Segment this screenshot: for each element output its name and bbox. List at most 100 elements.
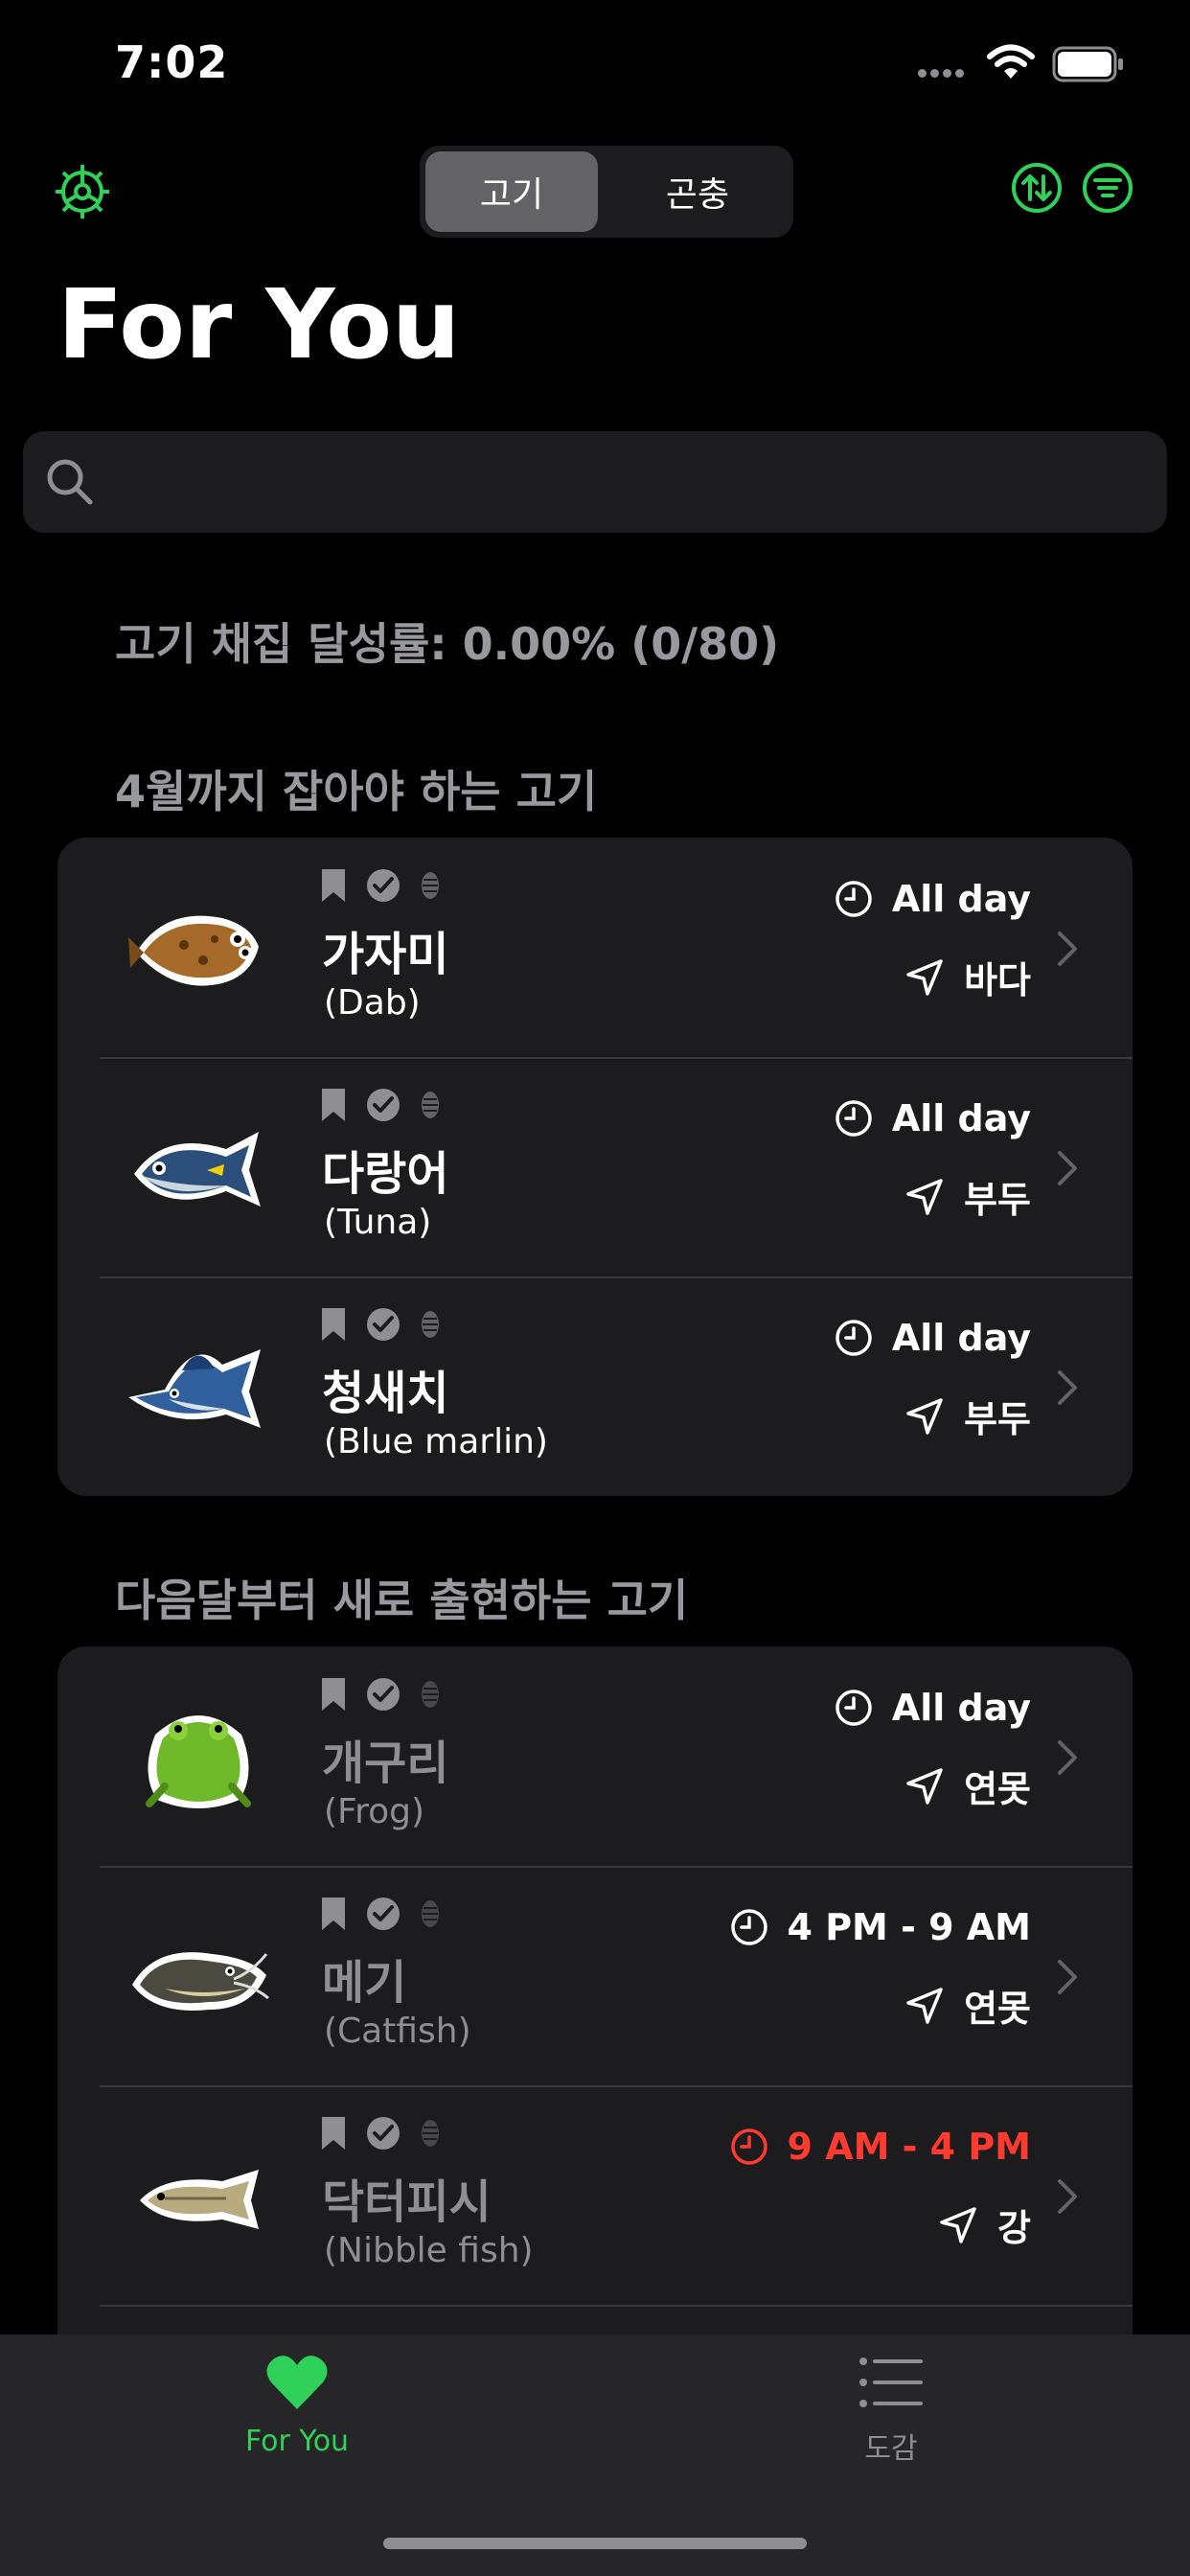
list-icon — [859, 2358, 923, 2407]
chevron-right-icon — [1058, 932, 1077, 966]
battery-icon — [1052, 46, 1123, 82]
status-icons — [320, 1895, 441, 1933]
fish-name: 다랑어 — [322, 1147, 449, 1201]
fish-english-name: (Tuna) — [324, 1203, 432, 1242]
fish-time: All day — [891, 1097, 1031, 1139]
fish-name: 닥터피시 — [322, 2175, 492, 2229]
fish-english-name: (Nibble fish) — [324, 2231, 534, 2270]
clock-icon — [835, 881, 872, 917]
bookmark-icon[interactable] — [320, 1676, 347, 1713]
blue-marlin-fish-image — [128, 1349, 261, 1428]
clock-icon — [835, 1100, 872, 1137]
fish-location: 강 — [997, 2207, 1031, 2249]
fossil-icon[interactable] — [420, 1679, 441, 1710]
bookmark-icon[interactable] — [320, 1896, 347, 1932]
clock-icon — [730, 1909, 767, 1945]
category-segmented-control: 고기 곤충 — [420, 146, 793, 238]
fossil-icon[interactable] — [420, 1090, 441, 1120]
fossil-icon[interactable] — [420, 870, 441, 901]
fish-english-name: (Frog) — [324, 1792, 425, 1831]
tuna-fish-image — [134, 1132, 261, 1207]
fish-location: 부두 — [964, 1179, 1031, 1221]
tab-for-you-label: For You — [244, 2425, 350, 2458]
fish-time: All day — [891, 1687, 1031, 1729]
list-item[interactable]: 닥터피시 (Nibble fish) 9 AM - 4 PM 강 — [57, 2085, 1133, 2305]
filter-icon[interactable] — [1081, 161, 1134, 215]
status-time: 7:02 — [115, 36, 229, 88]
segment-fish[interactable]: 고기 — [425, 151, 598, 232]
fish-english-name: (Blue marlin) — [324, 1422, 548, 1461]
search-input[interactable] — [119, 448, 1138, 518]
fossil-icon[interactable] — [420, 1309, 441, 1340]
tab-for-you[interactable]: For You — [153, 2354, 441, 2458]
segment-insects[interactable]: 곤충 — [611, 151, 784, 232]
status-icons — [320, 1675, 441, 1714]
clock-icon — [730, 2128, 767, 2165]
list-item[interactable]: 가자미 (Dab) All day 바다 — [57, 838, 1133, 1057]
gear-icon[interactable] — [52, 161, 113, 222]
fish-time: All day — [891, 878, 1031, 920]
chevron-right-icon — [1058, 1960, 1077, 1994]
catfish-image — [132, 1952, 269, 2011]
tab-encyclopedia[interactable]: 도감 — [747, 2354, 1035, 2467]
list-item[interactable]: 메기 (Catfish) 4 PM - 9 AM 연못 — [57, 1866, 1133, 2085]
nibble-fish-image — [140, 2170, 259, 2229]
section-title-catch-before: 4월까지 잡아야 하는 고기 — [115, 766, 598, 817]
cellular-signal-icon — [918, 63, 968, 81]
chevron-right-icon — [1058, 2179, 1077, 2214]
fish-name: 개구리 — [322, 1736, 449, 1790]
bookmark-icon[interactable] — [320, 2115, 347, 2151]
location-arrow-icon — [940, 2206, 976, 2243]
bookmark-icon[interactable] — [320, 1306, 347, 1343]
fish-list-card: 가자미 (Dab) All day 바다 다랑어 (Tuna) All day … — [57, 838, 1133, 1496]
checkmark-icon[interactable] — [366, 1897, 400, 1931]
checkmark-icon[interactable] — [366, 2116, 400, 2150]
location-arrow-icon — [906, 1767, 943, 1805]
status-icons — [320, 1086, 441, 1124]
collection-progress: 고기 채집 달성률: 0.00% (0/80) — [115, 618, 780, 670]
page-title: For You — [57, 268, 461, 380]
fish-name: 가자미 — [322, 928, 449, 981]
fossil-icon[interactable] — [420, 1898, 441, 1929]
fish-english-name: (Catfish) — [324, 2012, 471, 2051]
checkmark-icon[interactable] — [366, 1677, 400, 1712]
frog-image — [146, 1715, 251, 1808]
search-bar — [23, 431, 1167, 533]
clock-icon — [835, 1690, 872, 1726]
status-icons — [320, 2114, 441, 2152]
fish-name: 청새치 — [322, 1367, 449, 1420]
fish-time: All day — [891, 1317, 1031, 1359]
heart-icon — [266, 2356, 328, 2409]
fish-time: 9 AM - 4 PM — [787, 2126, 1031, 2168]
home-indicator[interactable] — [383, 2538, 807, 2549]
list-item[interactable]: 다랑어 (Tuna) All day 부두 — [57, 1057, 1133, 1276]
checkmark-icon[interactable] — [366, 1307, 400, 1342]
checkmark-icon[interactable] — [366, 1088, 400, 1122]
wifi-icon — [987, 44, 1035, 79]
fish-english-name: (Dab) — [324, 983, 421, 1023]
fish-list-card: 개구리 (Frog) All day 연못 메기 (Catfish) 4 PM … — [57, 1646, 1133, 2375]
fish-location: 부두 — [964, 1398, 1031, 1440]
dab-fish-image — [128, 915, 259, 986]
status-icons — [320, 1305, 441, 1344]
chevron-right-icon — [1058, 1740, 1077, 1775]
fish-location: 바다 — [964, 959, 1031, 1001]
list-item[interactable]: 청새치 (Blue marlin) All day 부두 — [57, 1276, 1133, 1496]
search-icon — [47, 459, 93, 505]
fossil-icon[interactable] — [420, 2118, 441, 2149]
chevron-right-icon — [1058, 1370, 1077, 1405]
checkmark-icon[interactable] — [366, 868, 400, 903]
location-arrow-icon — [906, 1397, 943, 1435]
list-item[interactable]: 개구리 (Frog) All day 연못 — [57, 1646, 1133, 1866]
sort-icon[interactable] — [1010, 161, 1064, 215]
location-arrow-icon — [906, 1987, 943, 2024]
fish-location: 연못 — [964, 1988, 1031, 2030]
bookmark-icon[interactable] — [320, 867, 347, 904]
bookmark-icon[interactable] — [320, 1087, 347, 1123]
section-title-new-next-month: 다음달부터 새로 출현하는 고기 — [115, 1575, 689, 1626]
location-arrow-icon — [906, 958, 943, 996]
chevron-right-icon — [1058, 1151, 1077, 1185]
fish-time: 4 PM - 9 AM — [787, 1906, 1031, 1948]
fish-name: 메기 — [322, 1956, 407, 2010]
fish-location: 연못 — [964, 1768, 1031, 1810]
